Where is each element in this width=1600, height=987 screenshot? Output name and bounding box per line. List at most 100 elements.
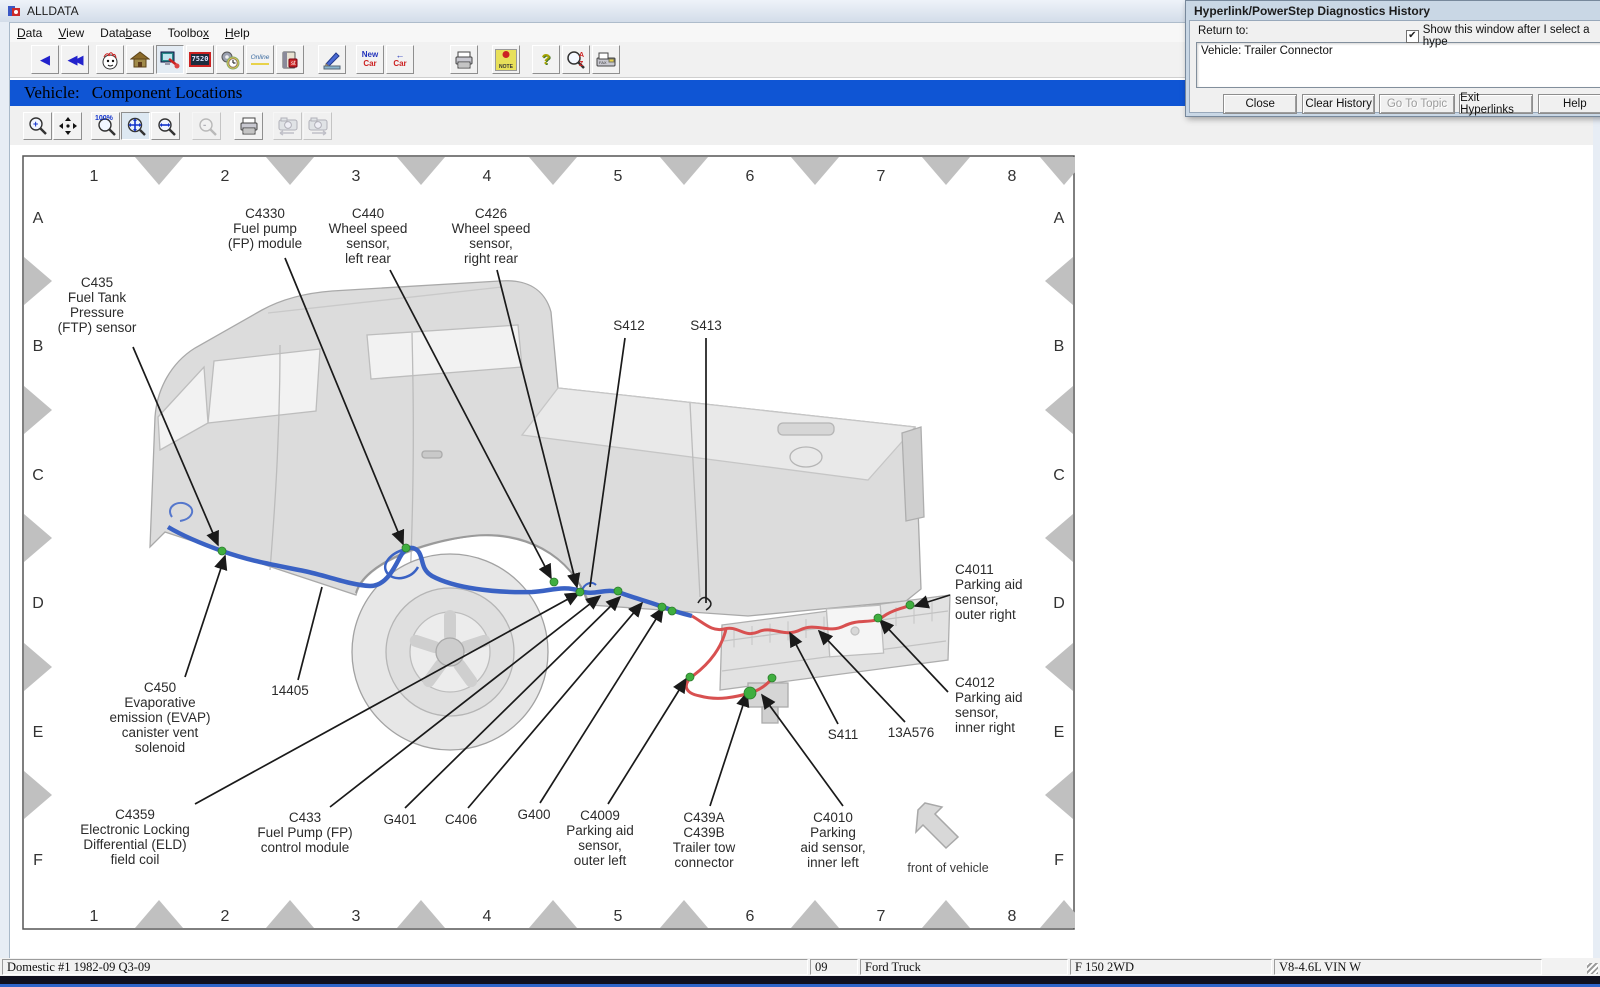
print-image-button[interactable]: [234, 112, 263, 140]
zoom-out-icon: -: [197, 116, 217, 136]
help-button-dialog[interactable]: Help: [1538, 94, 1600, 114]
parts-catalog-button[interactable]: st: [276, 45, 304, 74]
status-make: Ford Truck: [860, 959, 1068, 975]
grid-col-bottom: 4: [483, 908, 492, 925]
component-location-diagram[interactable]: 1122334455667788AABBCCDDEEFF C435 Fuel T…: [22, 155, 1075, 930]
grid-row-left: D: [32, 595, 44, 612]
status-database-version: Domestic #1 1982-09 Q3-09: [2, 959, 808, 975]
zoom-in-icon: +: [28, 116, 48, 136]
back-all-button[interactable]: ◀◀: [61, 45, 89, 74]
zoom-fit-icon: [126, 116, 146, 136]
odometer-icon: 7520: [189, 52, 212, 67]
gears-clock-icon: [220, 50, 240, 70]
help-button[interactable]: ?: [532, 45, 560, 74]
grid-col-top: 1: [90, 168, 99, 185]
camera-prev-icon: [277, 116, 299, 136]
zoom-out-button: -: [192, 112, 221, 140]
close-button[interactable]: Close: [1223, 94, 1297, 114]
previous-car-button[interactable]: ←Car: [386, 45, 414, 74]
connector-dot: [614, 587, 622, 595]
service-intervals-button[interactable]: [216, 45, 244, 74]
window-frame-bottom: [0, 976, 1600, 987]
diagnostics-button[interactable]: [156, 45, 184, 74]
svg-text:FAX: FAX: [599, 60, 607, 65]
dialog-title[interactable]: Hyperlink/PowerStep Diagnostics History: [1188, 3, 1600, 20]
tsb-note-button[interactable]: NOTE: [492, 45, 520, 74]
diagnostics-icon: [160, 51, 180, 69]
question-icon: ?: [541, 51, 550, 68]
previous-image-button: [273, 112, 302, 140]
fax-button[interactable]: FAX: [592, 45, 620, 74]
pan-button[interactable]: [53, 112, 82, 140]
menu-help[interactable]: Help: [218, 24, 259, 42]
svg-text:A: A: [579, 52, 584, 59]
odometer-button[interactable]: 7520: [186, 45, 214, 74]
back-button[interactable]: ◀: [31, 45, 59, 74]
connector-dot: [768, 674, 776, 682]
zoom-width-icon: [156, 116, 176, 136]
grid-row-left: E: [33, 724, 44, 741]
zoom-width-button[interactable]: [151, 112, 180, 140]
page-title: Component Locations: [92, 83, 243, 103]
grid-row-right: D: [1053, 595, 1065, 612]
show-window-checkbox-label[interactable]: Show this window after I select a hype: [1423, 24, 1600, 48]
grid-row-right: A: [1054, 210, 1065, 227]
zoom-in-button[interactable]: +: [23, 112, 52, 140]
grid-row-right: B: [1054, 338, 1065, 355]
grid-col-top: 5: [614, 168, 623, 185]
previous-car-icon: ←Car: [393, 51, 406, 69]
grid-col-bottom: 3: [352, 908, 361, 925]
grid-row-right: C: [1053, 467, 1065, 484]
window-frame-right: [1592, 22, 1600, 976]
grid-row-left: C: [32, 467, 44, 484]
vehicle-label: Vehicle:: [24, 83, 80, 103]
grid-row-left: F: [33, 852, 43, 869]
assistant-button[interactable]: [96, 45, 124, 74]
notes-editor-button[interactable]: [318, 45, 346, 74]
svg-text:Z: Z: [579, 61, 584, 68]
connector-dot: [658, 603, 666, 611]
connector-dot: [906, 601, 914, 609]
menu-data[interactable]: Data: [10, 24, 51, 42]
grid-col-top: 4: [483, 168, 492, 185]
status-year: 09: [810, 959, 858, 975]
menu-view[interactable]: View: [51, 24, 93, 42]
grid-col-bottom: 6: [746, 908, 755, 925]
back-all-icon: ◀◀: [68, 53, 80, 66]
search-az-button[interactable]: AZ: [562, 45, 590, 74]
printer-icon: [454, 51, 474, 69]
zoom-fit-button[interactable]: [121, 112, 150, 140]
connector-dot: [402, 544, 410, 552]
hyperlink-history-dialog[interactable]: Hyperlink/PowerStep Diagnostics History …: [1185, 0, 1600, 117]
new-car-button[interactable]: NewCar: [356, 45, 384, 74]
online-button[interactable]: Online: [246, 45, 274, 74]
return-to-label: Return to:: [1198, 25, 1249, 37]
exit-hyperlinks-button[interactable]: Exit Hyperlinks: [1459, 94, 1532, 114]
menu-toolbox[interactable]: Toolbox: [161, 24, 218, 42]
grid-col-bottom: 1: [90, 908, 99, 925]
home-button[interactable]: [126, 45, 154, 74]
menu-database[interactable]: Database: [93, 24, 160, 42]
grid-row-right: F: [1054, 852, 1064, 869]
window-title: ALLDATA: [27, 4, 79, 18]
status-engine: V8-4.6L VIN W: [1274, 959, 1542, 975]
connector-dot: [550, 578, 558, 586]
history-listbox[interactable]: Vehicle: Trailer Connector: [1196, 42, 1600, 88]
grid-row-right: E: [1054, 724, 1065, 741]
print-button[interactable]: [450, 45, 478, 74]
parts-book-icon: st: [281, 50, 299, 70]
fax-icon: FAX: [596, 51, 616, 69]
show-window-checkbox[interactable]: ✔: [1406, 30, 1419, 43]
clear-history-button[interactable]: Clear History: [1302, 94, 1374, 114]
camera-next-icon: [307, 116, 329, 136]
connector-dot: [874, 614, 882, 622]
resize-grip[interactable]: [1542, 958, 1600, 976]
zoom-100-button[interactable]: 100%: [91, 112, 120, 140]
pen-tray-icon: [322, 50, 342, 70]
pan-icon: [58, 116, 78, 136]
note-pushpin-icon: NOTE: [495, 49, 517, 71]
go-to-topic-button: Go To Topic: [1379, 94, 1455, 114]
grid-col-bottom: 7: [877, 908, 886, 925]
grid-col-top: 2: [221, 168, 230, 185]
connector-dot: [668, 607, 676, 615]
